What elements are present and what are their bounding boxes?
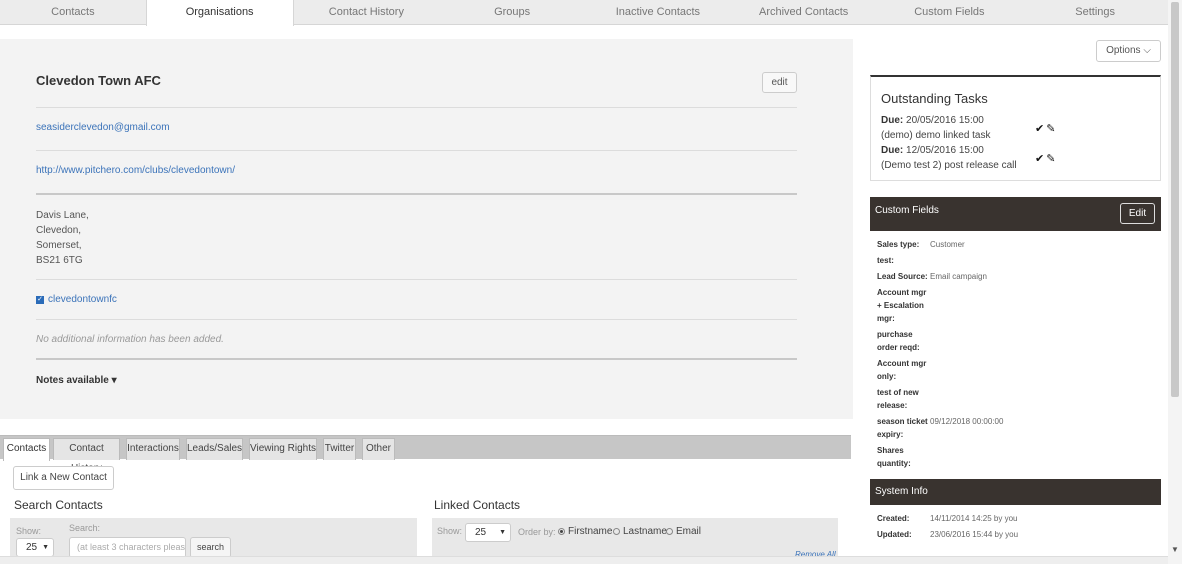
linked-contacts-title: Linked Contacts [434,498,521,512]
radio-selected-icon [558,528,565,535]
custom-field-row: test: [877,256,894,265]
link-new-contact-button[interactable]: Link a New Contact [13,466,114,490]
order-email-radio[interactable]: Email [666,526,701,537]
edit-task-icon[interactable]: ✎ [1046,152,1055,165]
task-due: Due: 20/05/2016 15:00 [881,115,984,126]
custom-field-row: Account mgr only: [877,359,927,381]
order-by-label: Order by: [518,527,556,537]
radio-icon [666,528,673,535]
system-info-header: System Info [870,479,1161,505]
organisation-name: Clevedon Town AFC [36,73,161,88]
email-link[interactable]: seasiderclevedon@gmail.com [36,122,170,133]
task-due: Due: 12/05/2016 15:00 [881,145,984,156]
linked-show-count-value: 25 [475,527,487,538]
custom-field-row: test of new release: [877,388,919,410]
divider [36,193,797,195]
outstanding-tasks-panel: Outstanding Tasks Due: 20/05/2016 15:00 … [870,75,1161,181]
subtab-viewing-rights[interactable]: Viewing Rights [249,438,317,460]
twitter-handle: clevedontownfc [48,294,117,305]
contacts-subpanel: Contacts Contact History Interactions Le… [0,435,853,564]
scrollbar-thumb[interactable] [1171,2,1179,397]
subtab-leads-sales[interactable]: Leads/Sales [186,438,243,460]
task-actions: ✔ ✎ [1035,122,1055,135]
search-contacts-title: Search Contacts [14,498,103,512]
vertical-scrollbar[interactable]: ▼ [1168,0,1182,564]
tab-contact-history[interactable]: Contact History [294,0,440,24]
custom-field-row: Shares quantity: [877,446,911,468]
search-button[interactable]: search [190,537,231,558]
organisation-detail-panel: Clevedon Town AFC edit seasiderclevedon@… [0,39,853,419]
system-info-row: Created: 14/11/2014 14:25 by you [877,514,1018,523]
address-line: Davis Lane, [36,210,89,221]
divider [36,107,797,108]
subtab-bar: Contacts Contact History Interactions Le… [0,435,851,474]
custom-field-row: purchase order reqd: [877,330,920,352]
search-input[interactable]: (at least 3 characters please) [69,537,186,558]
address-block: Davis Lane, Clevedon, Somerset, BS21 6TG [36,208,89,268]
no-info-text: No additional information has been added… [36,334,224,345]
subtab-other[interactable]: Other [362,438,395,460]
scroll-down-icon[interactable]: ▼ [1171,545,1179,554]
subtab-interactions[interactable]: Interactions [126,438,180,460]
address-line: BS21 6TG [36,255,83,266]
edit-organisation-button[interactable]: edit [762,72,797,93]
linked-show-count-select[interactable]: 25 ▼ [465,523,511,542]
notes-dropdown[interactable]: Notes available ▾ [36,375,117,386]
order-option-label: Lastname [623,526,667,537]
tasks-title: Outstanding Tasks [881,91,988,106]
complete-task-icon[interactable]: ✔ [1035,152,1044,165]
search-label: Search: [69,523,101,533]
show-label: Show: [437,526,463,536]
address-line: Somerset, [36,240,82,251]
caret-down-icon: ▼ [42,544,49,551]
website-link[interactable]: http://www.pitchero.com/clubs/clevedonto… [36,165,235,176]
divider [36,319,797,320]
show-count-select[interactable]: 25 ▼ [16,538,54,557]
custom-field-row: Account mgr + Escalation mgr: [877,288,927,323]
custom-field-row: Sales type: Customer [877,240,965,249]
task-actions: ✔ ✎ [1035,152,1055,165]
edit-task-icon[interactable]: ✎ [1046,122,1055,135]
custom-fields-edit-button[interactable]: Edit [1120,203,1155,224]
divider [36,358,797,360]
order-lastname-radio[interactable]: Lastname [613,526,667,537]
tab-organisations[interactable]: Organisations [145,0,294,26]
show-label: Show: [16,526,42,536]
order-option-label: Email [676,526,702,537]
right-sidebar: Options ⌵ Outstanding Tasks Due: 20/05/2… [868,0,1164,564]
subtab-contact-history[interactable]: Contact History [53,438,120,474]
custom-field-row: season ticket expiry: 09/12/2018 00:00:00 [877,417,1004,439]
options-button[interactable]: Options ⌵ [1096,40,1161,62]
task-description: (demo) demo linked task [881,130,991,141]
custom-field-row: Lead Source: Email campaign [877,272,987,281]
divider [36,150,797,151]
divider [36,279,797,280]
subtab-contacts[interactable]: Contacts [3,438,50,461]
custom-fields-header: Custom Fields [870,197,1161,231]
complete-task-icon[interactable]: ✔ [1035,122,1044,135]
order-firstname-radio[interactable]: Firstname [558,526,612,537]
system-info-row: Updated: 23/06/2016 15:44 by you [877,530,1019,539]
tab-contacts[interactable]: Contacts [0,0,146,24]
twitter-icon: ✓ [36,295,44,304]
task-description: (Demo test 2) post release call [881,160,1017,171]
tab-groups[interactable]: Groups [439,0,585,24]
show-count-value: 25 [26,542,38,553]
radio-icon [613,528,620,535]
tab-inactive-contacts[interactable]: Inactive Contacts [585,0,731,24]
twitter-link[interactable]: ✓ clevedontownfc [36,294,117,305]
horizontal-scrollbar[interactable] [0,556,1168,564]
order-option-label: Firstname [568,526,613,537]
tab-archived-contacts[interactable]: Archived Contacts [731,0,877,24]
address-line: Clevedon, [36,225,82,236]
subtab-twitter[interactable]: Twitter [323,438,356,460]
caret-down-icon: ▼ [499,529,506,536]
